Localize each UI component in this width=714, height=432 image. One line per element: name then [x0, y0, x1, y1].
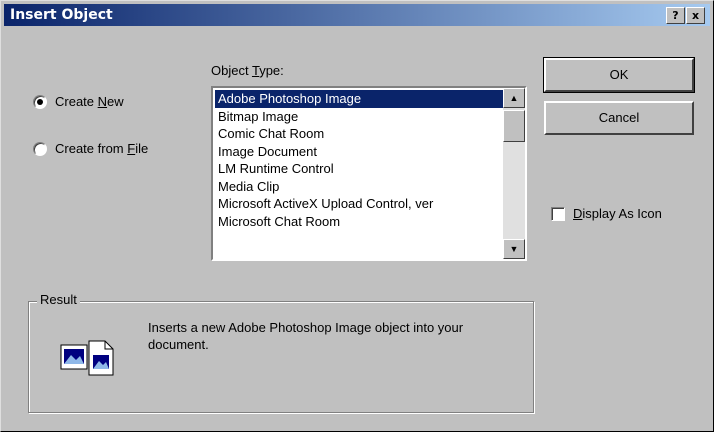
ok-button[interactable]: OK: [543, 57, 695, 93]
list-item[interactable]: Microsoft Chat Room: [215, 213, 503, 231]
create-from-file-label-prefix: Create from: [55, 141, 128, 156]
object-type-label-prefix: Object: [211, 63, 252, 78]
create-from-file-label-accel: F: [127, 141, 136, 156]
display-as-icon-label-suffix: isplay As Icon: [582, 206, 662, 221]
cancel-button[interactable]: Cancel: [544, 101, 694, 135]
radio-button-icon[interactable]: [33, 94, 47, 109]
object-type-items: Adobe Photoshop Image Bitmap Image Comic…: [215, 90, 503, 257]
object-type-label-suffix: ype:: [259, 63, 284, 78]
create-new-label-prefix: Create: [55, 94, 98, 109]
list-scrollbar[interactable]: ▲ ▼: [503, 88, 525, 259]
object-type-label: Object Type:: [211, 63, 284, 78]
list-item[interactable]: Microsoft ActiveX Upload Control, ver: [215, 195, 503, 213]
radio-dot-icon: [37, 98, 43, 105]
insert-object-dialog: Insert Object ? x Object Type: Create Ne…: [0, 0, 714, 432]
list-item[interactable]: Media Clip: [215, 178, 503, 196]
list-item[interactable]: Comic Chat Room: [215, 125, 503, 143]
object-type-list[interactable]: Adobe Photoshop Image Bitmap Image Comic…: [211, 86, 527, 261]
result-description: Inserts a new Adobe Photoshop Image obje…: [148, 320, 464, 352]
create-new-radio[interactable]: Create New: [33, 94, 124, 109]
scroll-thumb[interactable]: [503, 110, 525, 142]
list-item[interactable]: Bitmap Image: [215, 108, 503, 126]
create-new-label: Create New: [55, 94, 124, 109]
create-new-label-accel: N: [97, 94, 108, 109]
checkbox-icon[interactable]: [551, 206, 565, 221]
help-button[interactable]: ?: [666, 7, 685, 24]
document-image-icon: [60, 340, 114, 376]
scroll-up-icon[interactable]: ▲: [503, 88, 525, 108]
list-item[interactable]: LM Runtime Control: [215, 160, 503, 178]
result-title: Result: [37, 292, 80, 307]
list-item[interactable]: Image Document: [215, 143, 503, 161]
create-from-file-label-suffix: ile: [135, 141, 149, 156]
radio-button-icon[interactable]: [33, 141, 47, 156]
display-as-icon-checkbox[interactable]: Display As Icon: [551, 206, 662, 221]
display-as-icon-label-accel: D: [573, 206, 583, 221]
create-from-file-label: Create from File: [55, 141, 148, 156]
create-from-file-radio[interactable]: Create from File: [33, 141, 148, 156]
close-button[interactable]: x: [686, 7, 705, 24]
scroll-down-icon[interactable]: ▼: [503, 239, 525, 259]
list-item[interactable]: Adobe Photoshop Image: [215, 90, 503, 108]
window-title: Insert Object: [10, 7, 113, 23]
display-as-icon-label: Display As Icon: [573, 206, 662, 221]
title-bar: Insert Object ? x: [4, 4, 710, 26]
create-new-label-suffix: ew: [107, 94, 124, 109]
